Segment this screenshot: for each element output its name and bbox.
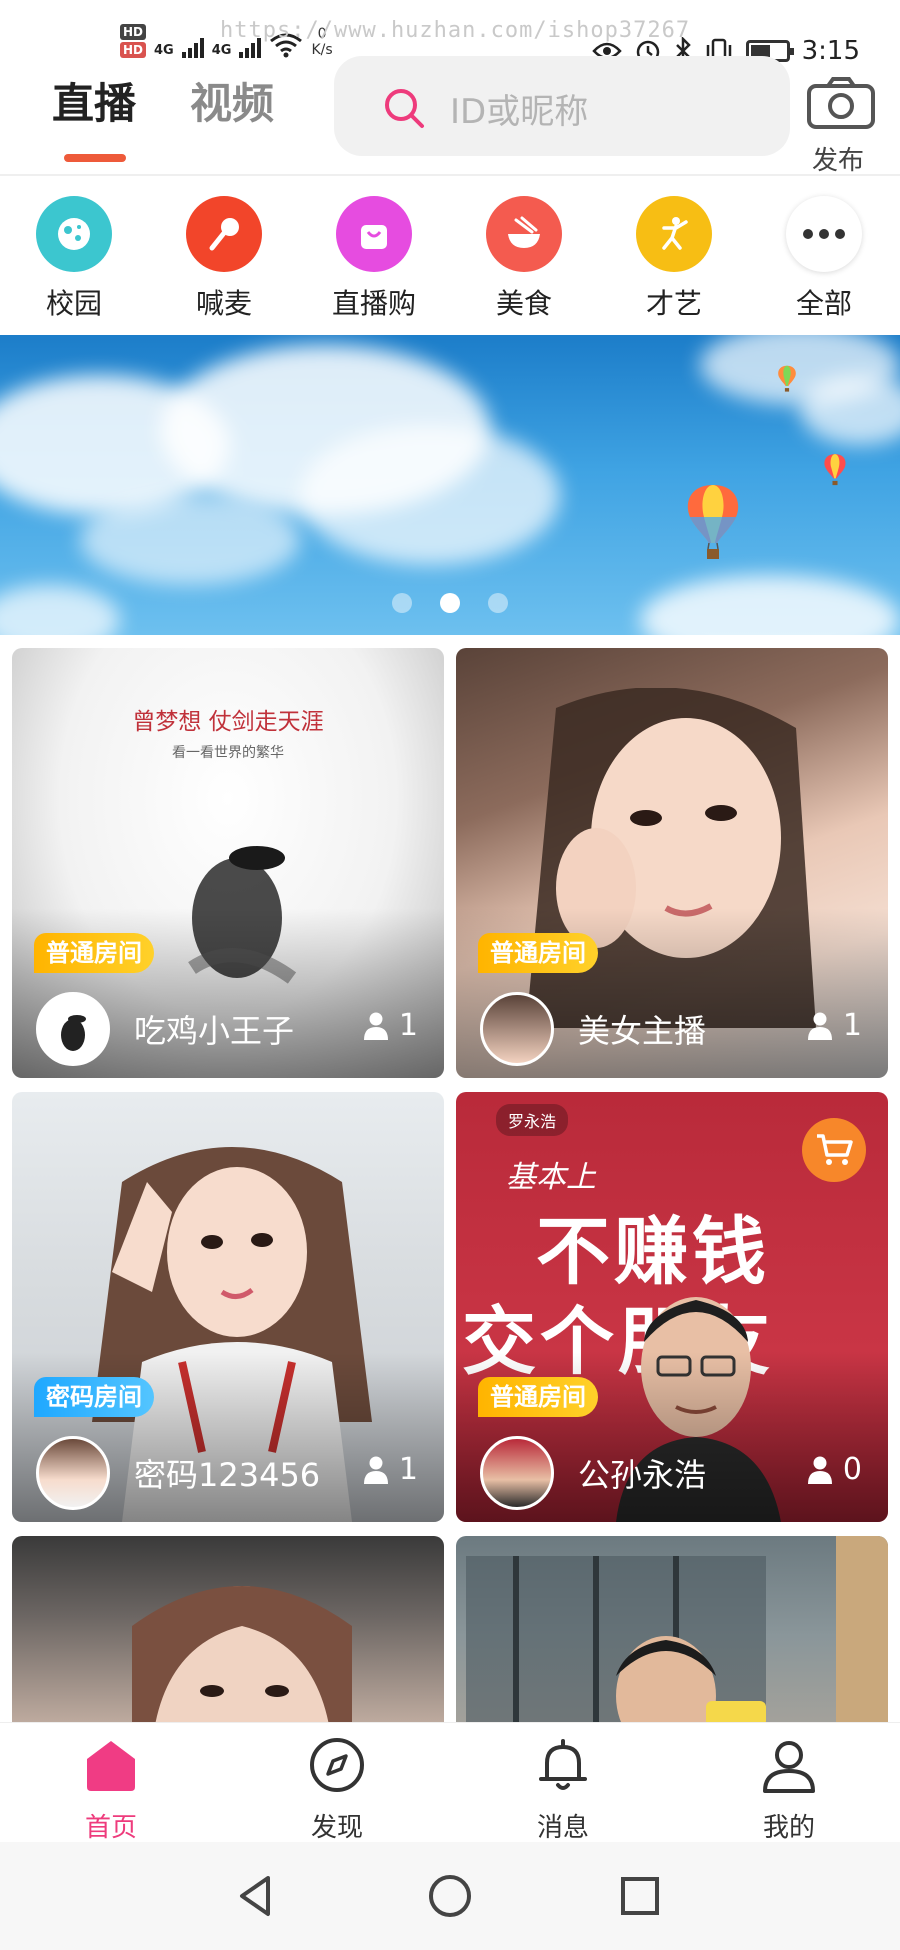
category-label: 直播购 [331,287,416,320]
nav-discover[interactable]: 发现 [277,1735,397,1844]
anchor-name: 美女主播 [578,1012,707,1050]
search-placeholder: ID或昵称 [450,92,589,132]
anchor-name: 吃鸡小王子 [134,1012,295,1050]
category-label: 全部 [795,287,852,320]
viewer-count: 1 [363,1452,418,1487]
nav-messages[interactable]: 消息 [503,1735,623,1844]
nav-label: 消息 [536,1813,589,1843]
category-label: 才艺 [645,287,702,320]
category-live-shopping[interactable]: 直播购 [314,196,434,322]
live-room-card[interactable]: 密码房间 密码123456 1 [12,1092,444,1522]
tab-live[interactable]: 直播 [52,70,136,131]
speed-unit: K/s [311,42,333,58]
tab-indicator [64,154,126,162]
room-cover [12,1536,444,1736]
cover-host-tag: 罗永浩 [496,1104,569,1136]
nav-home[interactable]: 首页 [51,1735,171,1844]
room-type-badge: 普通房间 [478,1377,598,1417]
banner-carousel[interactable] [0,335,900,635]
category-campus[interactable]: 校园 [14,196,134,322]
hot-air-balloon-icon [778,365,796,392]
hd-badge: HD [120,42,147,58]
home-circle-icon[interactable] [424,1870,476,1922]
back-triangle-icon[interactable] [230,1870,282,1922]
search-icon [385,89,424,128]
microphone-icon [186,196,262,272]
status-time: 3:15 [801,36,860,66]
hot-air-balloon-icon [824,454,846,486]
planet-icon [36,196,112,272]
category-label: 校园 [45,287,102,320]
more-dots-icon [786,196,862,272]
anchor-name: 公孙永浩 [578,1456,707,1494]
avatar [36,992,110,1066]
room-type-badge: 密码房间 [34,1377,154,1417]
live-room-card[interactable] [12,1536,444,1736]
camera-icon [807,77,875,129]
hot-air-balloon-icon [687,485,739,559]
viewer-count: 1 [363,1008,418,1043]
hd-badge: HD [120,24,147,40]
tab-video[interactable]: 视频 [190,70,274,131]
avatar [480,992,554,1066]
person-icon [807,1012,832,1040]
shopping-cart-icon[interactable] [802,1118,866,1182]
category-talent[interactable]: 才艺 [614,196,734,322]
nav-profile[interactable]: 我的 [729,1735,849,1844]
cover-slogan: 基本上 [506,1160,596,1195]
person-icon [363,1456,388,1484]
category-label: 美食 [495,287,552,320]
live-room-card[interactable]: 曾梦想 仗剑走天涯 看一看世界的繁华 普通房间 吃鸡小王子 1 [12,648,444,1078]
nav-label: 发现 [310,1813,363,1843]
carousel-dot[interactable] [440,593,460,613]
bell-icon [539,1739,587,1790]
carousel-indicator [0,593,900,613]
live-room-card[interactable] [456,1536,888,1736]
shopping-bag-icon [336,196,412,272]
dancer-icon [636,196,712,272]
host-portrait [466,1536,888,1736]
recents-square-icon[interactable] [614,1870,666,1922]
search-input[interactable]: ID或昵称 [334,56,790,156]
cover-subtext: 看一看世界的繁华 [172,745,284,761]
category-shout-mic[interactable]: 喊麦 [164,196,284,322]
person-icon [807,1456,832,1484]
anchor-name: 密码123456 [134,1456,321,1494]
carousel-dot[interactable] [488,593,508,613]
live-home-screen: HD HD 4G 4G 0 K/s https://www.huzhan.com… [0,0,900,1950]
viewer-count: 1 [807,1008,862,1043]
category-food[interactable]: 美食 [464,196,584,322]
bowl-icon [486,196,562,272]
avatar [36,1436,110,1510]
live-room-card[interactable]: 罗永浩 基本上 不赚钱 交个朋友 普通房间 公孙永浩 0 [456,1092,888,1522]
room-type-badge: 普通房间 [478,933,598,973]
divider [0,174,900,176]
publish-button[interactable]: 发布 [806,76,876,176]
nav-label: 首页 [84,1813,137,1843]
status-bar: HD HD 4G 4G 0 K/s https://www.huzhan.com… [0,0,900,66]
host-portrait [132,1586,352,1736]
publish-label: 发布 [812,146,865,176]
live-room-card[interactable]: 普通房间 美女主播 1 [456,648,888,1078]
avatar [480,1436,554,1510]
network-type: 4G [154,43,174,58]
profile-icon [763,1741,815,1793]
nav-label: 我的 [762,1813,815,1843]
room-type-badge: 普通房间 [34,933,154,973]
cover-text: 曾梦想 仗剑走天涯 [132,709,324,735]
compass-icon [310,1738,364,1792]
hd-badges: HD HD [120,24,147,58]
system-navigation-bar [0,1842,900,1950]
category-label: 喊麦 [195,287,252,320]
carousel-dot[interactable] [392,593,412,613]
category-all[interactable]: 全部 [764,196,884,322]
room-cover [456,1536,888,1736]
network-type: 4G [211,43,232,58]
signal-icon [181,36,204,58]
bottom-nav: 首页 发现 消息 我的 [0,1722,900,1844]
person-icon [363,1012,388,1040]
viewer-count: 0 [807,1452,862,1487]
home-icon [87,1741,135,1791]
